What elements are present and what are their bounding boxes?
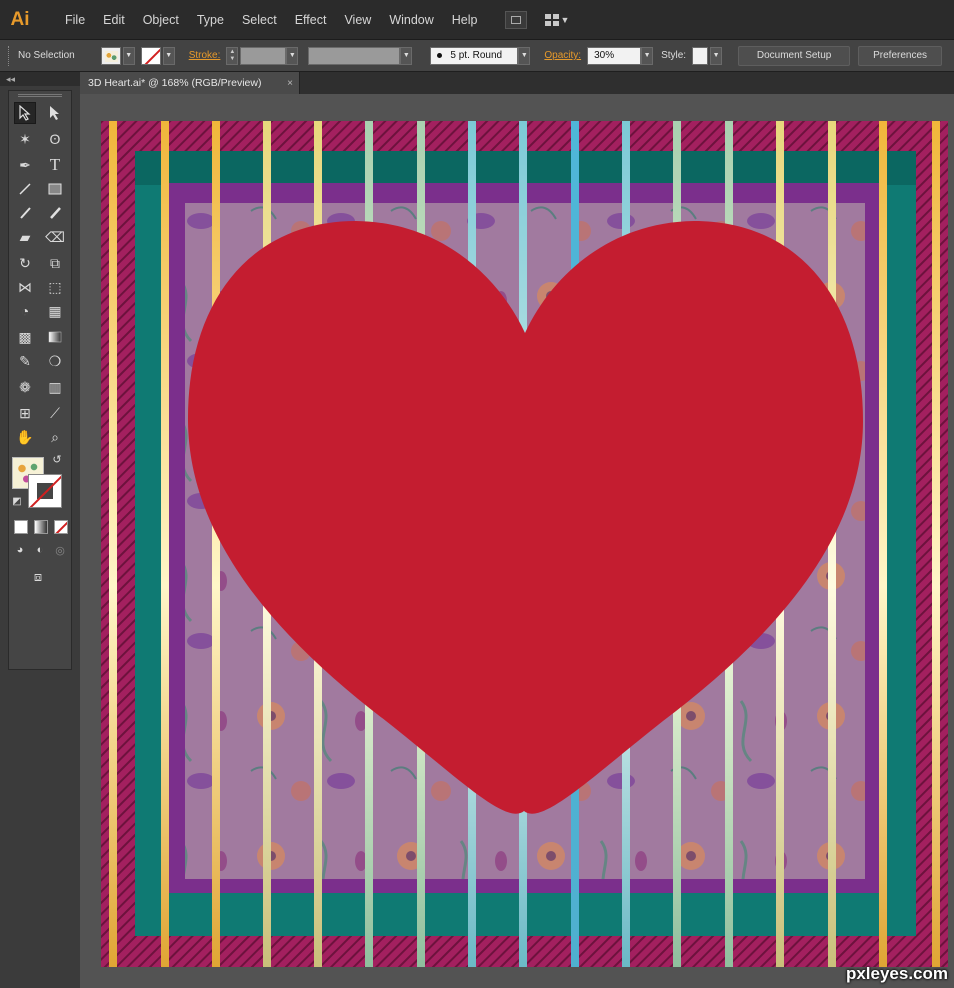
tools-panel-collapse[interactable]: ◂◂ <box>0 72 80 86</box>
document-setup-button[interactable]: Document Setup <box>738 45 851 66</box>
artboard-tool-icon[interactable]: ⊞ <box>14 402 36 424</box>
style-dropdown[interactable]: ▼ <box>710 46 723 65</box>
type-tool-icon[interactable]: T <box>44 154 66 176</box>
none-mode-icon[interactable] <box>54 520 68 534</box>
rectangle-tool-icon[interactable] <box>44 178 66 200</box>
stroke-weight-stepper[interactable]: ▲ ▼ <box>226 46 239 65</box>
rotate-tool-icon[interactable]: ↻ <box>14 252 36 274</box>
stroke-color-swatch[interactable] <box>140 46 161 65</box>
bridge-button[interactable] <box>504 10 527 29</box>
line-tool-icon[interactable] <box>14 178 36 200</box>
menu-bar: Ai File Edit Object Type Select Effect V… <box>0 0 954 40</box>
draw-inside-icon[interactable]: ◎ <box>52 542 68 558</box>
default-fill-stroke-icon[interactable]: ◩ <box>10 494 24 508</box>
menu-effect[interactable]: Effect <box>286 0 336 40</box>
close-tab-icon[interactable]: × <box>287 78 293 89</box>
blend-tool-icon[interactable]: ❍ <box>44 350 66 372</box>
menu-edit[interactable]: Edit <box>94 0 134 40</box>
brush-dropdown[interactable]: ▼ <box>518 46 531 65</box>
tools-panel: ◂◂ ✶ ʘ ✒ T ▰ ⌫ ↻ ⧉ ⋈ ⬚ ◔ ▦ ▩ ✎ ❍ ❁ ▥ ⊞ ⟋… <box>0 72 80 988</box>
menu-object[interactable]: Object <box>134 0 188 40</box>
document-canvas[interactable]: pxleyes.com <box>80 94 954 988</box>
arrange-grid-icon <box>544 13 559 26</box>
document-tab-strip: 3D Heart.ai* @ 168% (RGB/Preview) × <box>80 72 954 94</box>
direct-selection-tool-icon[interactable] <box>44 102 66 124</box>
eraser-tool-icon[interactable]: ⌫ <box>44 226 66 248</box>
preferences-button[interactable]: Preferences <box>858 45 943 66</box>
stroke-swatch-large[interactable] <box>28 474 62 508</box>
vertical-bar <box>212 121 220 967</box>
stroke-weight-dropdown[interactable]: ▼ <box>286 46 299 65</box>
menu-file[interactable]: File <box>56 0 94 40</box>
bridge-icon <box>510 15 521 24</box>
pen-tool-icon[interactable]: ✒ <box>14 154 36 176</box>
pencil-tool-icon[interactable] <box>44 202 66 224</box>
zoom-tool-icon[interactable]: ⌕ <box>44 426 66 448</box>
app-logo: Ai <box>10 8 30 30</box>
brush-dot-icon <box>437 53 443 58</box>
menu-view[interactable]: View <box>335 0 380 40</box>
selection-status: No Selection <box>18 50 75 61</box>
fill-color-swatch[interactable] <box>100 46 121 65</box>
menu-type[interactable]: Type <box>188 0 233 40</box>
swap-fill-stroke-icon[interactable]: ↺ <box>50 452 64 466</box>
watermark: pxleyes.com <box>845 964 948 983</box>
tools-grip[interactable] <box>18 94 62 97</box>
screen-mode-icon[interactable]: ⧈ <box>28 568 48 586</box>
document-tab-title: 3D Heart.ai* @ 168% (RGB/Preview) <box>88 77 262 89</box>
vertical-bar <box>879 121 887 967</box>
perspective-grid-icon[interactable]: ▦ <box>44 300 66 322</box>
mesh-tool-icon[interactable]: ▩ <box>14 326 36 348</box>
vertical-bar <box>161 121 169 967</box>
shape-builder-icon[interactable]: ◔ <box>14 300 36 322</box>
fill-dropdown[interactable]: ▼ <box>122 46 135 65</box>
eyedropper-tool-icon[interactable]: ✎ <box>14 350 36 372</box>
artwork[interactable] <box>101 121 948 967</box>
stroke-label[interactable]: Stroke: <box>189 50 221 61</box>
magic-wand-icon[interactable]: ✶ <box>14 128 36 150</box>
free-transform-icon[interactable]: ⬚ <box>44 276 66 298</box>
panel-grip[interactable] <box>8 45 12 66</box>
brush-definition-field[interactable]: 5 pt. Round <box>430 46 519 65</box>
chevron-down-icon: ▼ <box>560 14 570 25</box>
arrange-documents-button[interactable]: ▼ <box>544 13 570 26</box>
stroke-weight-field[interactable] <box>240 46 287 65</box>
opacity-label[interactable]: Opacity: <box>544 50 581 61</box>
profile-dropdown[interactable]: ▼ <box>400 46 413 65</box>
selection-tool-icon[interactable] <box>14 102 36 124</box>
blob-brush-icon[interactable]: ▰ <box>14 226 36 248</box>
slice-tool-icon[interactable]: ⟋ <box>44 402 66 424</box>
scale-tool-icon[interactable]: ⧉ <box>44 252 66 274</box>
variable-width-profile[interactable] <box>308 46 401 65</box>
symbol-sprayer-icon[interactable]: ❁ <box>14 376 36 398</box>
column-graph-icon[interactable]: ▥ <box>44 376 66 398</box>
paintbrush-tool-icon[interactable] <box>14 202 36 224</box>
menu-help[interactable]: Help <box>443 0 487 40</box>
control-bar: No Selection ▼ ▼ Stroke: ▲ ▼ ▼ ▼ 5 pt. Ro… <box>0 40 954 72</box>
brush-label: 5 pt. Round <box>450 50 503 61</box>
graphic-style-swatch[interactable] <box>692 46 709 65</box>
opacity-dropdown[interactable]: ▼ <box>641 46 654 65</box>
color-mode-icon[interactable] <box>14 520 28 534</box>
opacity-input[interactable]: 30% <box>587 46 642 65</box>
hand-tool-icon[interactable]: ✋ <box>14 426 36 448</box>
gradient-tool-icon[interactable] <box>44 326 66 348</box>
vertical-bar <box>109 121 117 967</box>
menu-select[interactable]: Select <box>233 0 286 40</box>
draw-behind-icon[interactable]: ◐ <box>32 542 48 558</box>
style-label: Style: <box>661 50 687 61</box>
stroke-dropdown[interactable]: ▼ <box>162 46 175 65</box>
gradient-mode-icon[interactable] <box>34 520 48 534</box>
lasso-tool-icon[interactable]: ʘ <box>44 128 66 150</box>
draw-normal-icon[interactable]: ◕ <box>12 542 28 558</box>
width-tool-icon[interactable]: ⋈ <box>14 276 36 298</box>
illustrator-window: Ai File Edit Object Type Select Effect V… <box>0 0 954 988</box>
menu-window[interactable]: Window <box>380 0 442 40</box>
vertical-bar <box>932 121 940 967</box>
document-tab[interactable]: 3D Heart.ai* @ 168% (RGB/Preview) × <box>80 72 300 94</box>
